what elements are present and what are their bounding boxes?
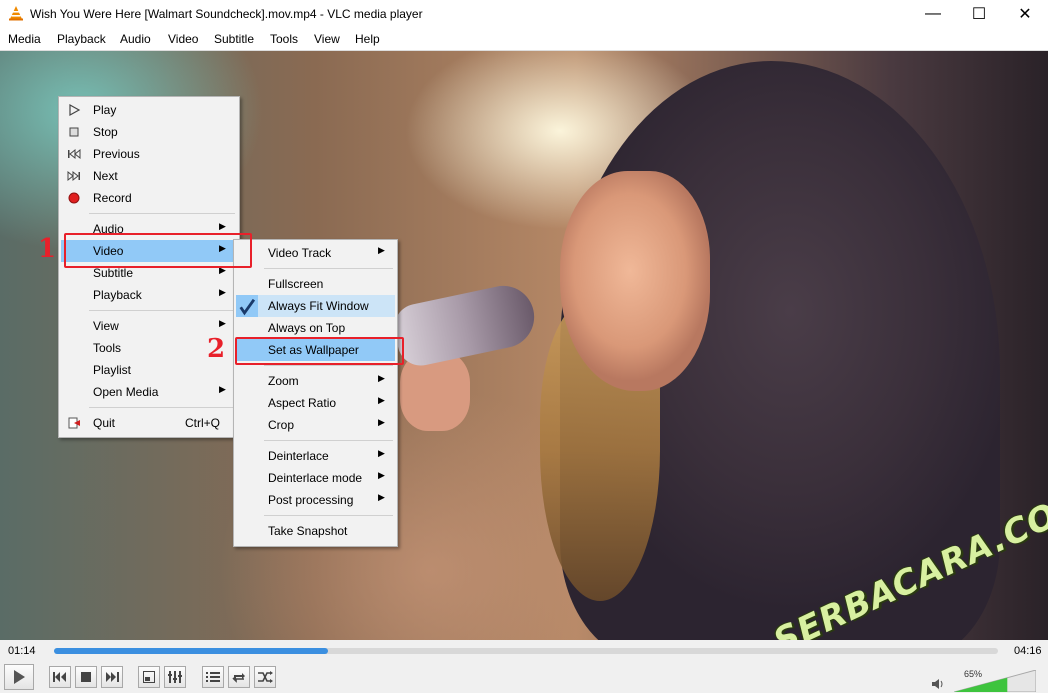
stop-icon [81,672,91,682]
controls-bar: 65% [0,662,1048,693]
play-icon [14,670,25,684]
submenu-arrow-icon: ▶ [378,417,385,427]
minimize-button[interactable]: — [910,0,956,28]
menu-separator [89,407,235,408]
fullscreen-icon [143,671,155,683]
checkmark-icon [236,295,258,317]
stop-button[interactable] [75,666,97,688]
menu-video[interactable]: Video [168,32,198,46]
previous-button[interactable] [49,666,71,688]
total-time: 04:16 [1014,645,1042,657]
video-frame-face [560,171,710,391]
menu-separator [264,365,393,366]
menu-item-stop[interactable]: Stop [61,121,237,143]
submenu-item-deinterlace-mode[interactable]: Deinterlace mode ▶ [236,467,395,489]
submenu-item-video-track[interactable]: Video Track ▶ [236,242,395,264]
menu-help[interactable]: Help [355,32,380,46]
menu-item-play[interactable]: Play [61,99,237,121]
submenu-arrow-icon: ▶ [378,245,385,255]
submenu-item-crop[interactable]: Crop ▶ [236,414,395,436]
submenu-arrow-icon: ▶ [219,221,226,231]
window-title: Wish You Were Here [Walmart Soundcheck].… [30,7,423,21]
quit-shortcut: Ctrl+Q [185,416,221,430]
menu-separator [264,268,393,269]
submenu-arrow-icon: ▶ [378,373,385,383]
menu-item-record[interactable]: Record [61,187,237,209]
submenu-arrow-icon: ▶ [219,318,226,328]
video-submenu: Video Track ▶ Fullscreen Always Fit Wind… [233,239,398,547]
title-bar: Wish You Were Here [Walmart Soundcheck].… [0,0,1048,28]
previous-icon [68,148,81,160]
next-button[interactable] [101,666,123,688]
menu-item-playback[interactable]: Playback ▶ [61,284,237,306]
speaker-icon[interactable] [932,678,944,690]
minimize-icon: — [925,5,941,22]
submenu-arrow-icon: ▶ [378,448,385,458]
menu-item-next[interactable]: Next [61,165,237,187]
annotation-number-1: 1 [38,234,57,264]
elapsed-time: 01:14 [8,645,36,657]
next-icon [106,672,119,682]
menu-playback[interactable]: Playback [57,32,106,46]
submenu-arrow-icon: ▶ [378,470,385,480]
vlc-cone-icon [9,6,23,21]
playlist-button[interactable] [202,666,224,688]
submenu-arrow-icon: ▶ [378,492,385,502]
seek-progress-fill [54,648,328,654]
extended-settings-icon [168,671,182,683]
close-button[interactable]: ✕ [1002,0,1048,28]
volume-level-fill [954,670,1008,692]
record-icon [68,192,80,204]
play-icon [69,103,81,117]
loop-button[interactable] [228,666,250,688]
menu-subtitle[interactable]: Subtitle [214,32,254,46]
maximize-button[interactable]: ☐ [956,0,1002,28]
annotation-box-wallpaper [235,337,404,365]
play-button[interactable] [4,664,34,690]
previous-icon [53,672,66,682]
submenu-item-fullscreen[interactable]: Fullscreen [236,273,395,295]
quit-icon [68,417,80,429]
stop-icon [69,127,79,137]
random-icon [258,671,273,683]
close-icon: ✕ [1018,6,1032,23]
submenu-arrow-icon: ▶ [219,287,226,297]
menu-audio[interactable]: Audio [120,32,151,46]
next-icon [67,170,80,182]
menu-separator [264,440,393,441]
menu-tools[interactable]: Tools [270,32,298,46]
fullscreen-button[interactable] [138,666,160,688]
submenu-item-deinterlace[interactable]: Deinterlace ▶ [236,445,395,467]
menu-view[interactable]: View [314,32,340,46]
seek-bar-row: 01:14 04:16 [0,640,1048,662]
playlist-icon [206,672,220,682]
random-button[interactable] [254,666,276,688]
menu-item-previous[interactable]: Previous [61,143,237,165]
maximize-icon: ☐ [971,6,987,23]
annotation-number-2: 2 [207,334,226,364]
submenu-arrow-icon: ▶ [378,395,385,405]
submenu-item-always-on-top[interactable]: Always on Top [236,317,395,339]
submenu-item-post-processing[interactable]: Post processing ▶ [236,489,395,511]
menu-separator [89,310,235,311]
volume-slider[interactable] [954,670,1036,692]
submenu-item-take-snapshot[interactable]: Take Snapshot [236,520,395,542]
menu-item-quit[interactable]: Quit Ctrl+Q [61,412,237,434]
submenu-arrow-icon: ▶ [219,384,226,394]
video-frame-microphone [390,280,540,370]
menu-separator [89,213,235,214]
submenu-item-aspect-ratio[interactable]: Aspect Ratio ▶ [236,392,395,414]
seek-slider[interactable] [54,648,998,654]
menu-separator [264,515,393,516]
menu-item-open-media[interactable]: Open Media ▶ [61,381,237,403]
menu-media[interactable]: Media [8,32,41,46]
loop-icon [232,673,245,683]
extended-settings-button[interactable] [164,666,186,688]
annotation-box-video [64,233,252,268]
menu-bar: Media Playback Audio Video Subtitle Tool… [0,28,1048,51]
submenu-item-always-fit-window[interactable]: Always Fit Window [236,295,395,317]
submenu-item-zoom[interactable]: Zoom ▶ [236,370,395,392]
